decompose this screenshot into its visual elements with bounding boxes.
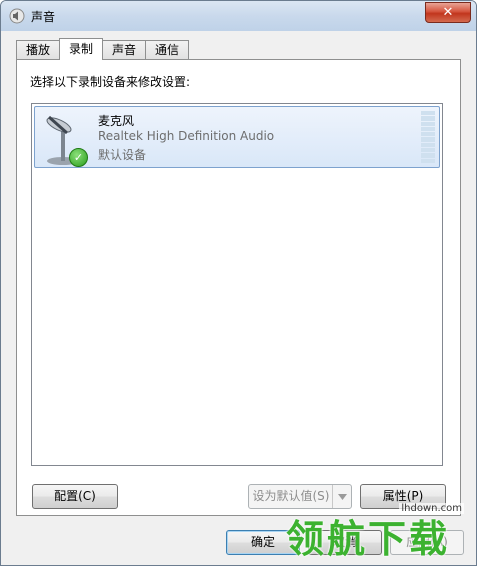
title-bar[interactable]: 声音 ✕ — [1, 1, 476, 31]
tab-playback[interactable]: 播放 — [16, 40, 61, 59]
chevron-down-icon — [332, 485, 351, 508]
instruction-text: 选择以下录制设备来修改设置: — [30, 75, 191, 89]
set-default-button: 设为默认值(S) — [248, 484, 352, 509]
cancel-button[interactable]: 取消 — [308, 530, 382, 555]
device-status: 默认设备 — [98, 148, 147, 162]
configure-button[interactable]: 配置(C) — [32, 484, 118, 509]
tab-communications[interactable]: 通信 — [145, 40, 190, 59]
apply-button: 应用(A) — [390, 530, 464, 555]
tab-recording[interactable]: 录制 — [59, 38, 104, 60]
sound-dialog: 声音 ✕ 播放 录制 声音 通信 选择以下录制设备来修改设置: ✓ 麦克风 Re… — [0, 0, 477, 566]
recording-panel: 选择以下录制设备来修改设置: ✓ 麦克风 Realtek High Defini… — [16, 59, 461, 516]
ok-button[interactable]: 确定 — [226, 530, 300, 555]
default-device-check-icon: ✓ — [69, 148, 88, 167]
window-title: 声音 — [31, 10, 56, 24]
tab-sounds[interactable]: 声音 — [102, 40, 147, 59]
device-name: 麦克风 — [98, 114, 135, 128]
device-list[interactable]: ✓ 麦克风 Realtek High Definition Audio 默认设备 — [31, 103, 443, 466]
tab-strip: 播放 录制 声音 通信 — [16, 38, 190, 60]
dialog-client-area: 播放 录制 声音 通信 选择以下录制设备来修改设置: ✓ 麦克风 Realtek… — [8, 31, 469, 558]
device-driver: Realtek High Definition Audio — [98, 129, 275, 143]
device-item-microphone[interactable]: ✓ 麦克风 Realtek High Definition Audio 默认设备 — [34, 106, 440, 168]
speaker-icon — [9, 8, 25, 24]
close-button[interactable]: ✕ — [425, 2, 471, 23]
close-icon: ✕ — [442, 5, 454, 20]
level-meter — [421, 111, 435, 163]
properties-button[interactable]: 属性(P) — [360, 484, 446, 509]
